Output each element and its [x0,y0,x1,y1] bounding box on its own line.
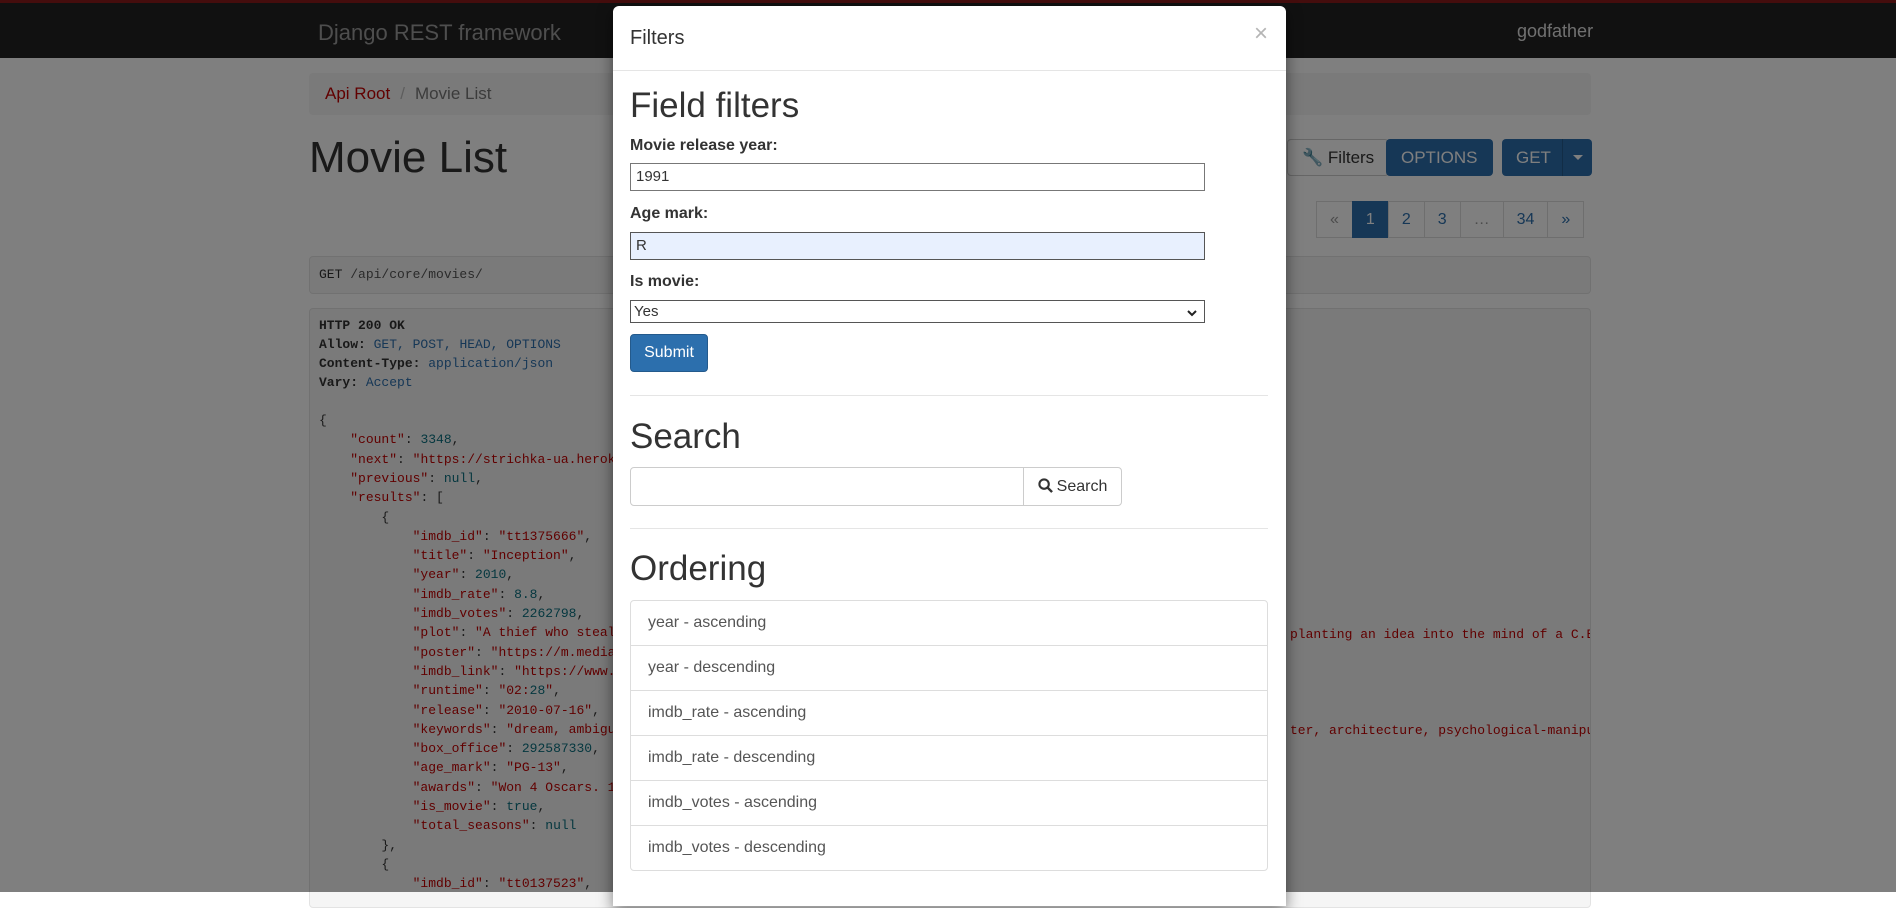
release-year-label: Movie release year: [630,137,778,154]
chevron-down-icon [1186,304,1198,325]
ordering-imdb-votes-ascending[interactable]: imdb_votes - ascending [630,780,1268,826]
search-button-label: Search [1056,478,1108,495]
close-icon[interactable]: × [1254,20,1268,48]
divider [630,395,1268,396]
ordering-imdb-rate-ascending[interactable]: imdb_rate - ascending [630,690,1268,736]
search-input[interactable] [630,467,1024,506]
search-heading: Search [630,417,741,456]
age-mark-label: Age mark: [630,205,709,222]
search-button[interactable]: Search [1023,467,1122,506]
modal-title: Filters [630,27,685,49]
submit-button[interactable]: Submit [630,334,708,372]
ordering-year-ascending[interactable]: year - ascending [630,600,1268,646]
is-movie-selected: Yes [634,303,659,320]
release-year-input[interactable]: 1991 [630,163,1205,191]
is-movie-label: Is movie: [630,273,700,290]
divider [630,528,1268,529]
is-movie-select[interactable]: Yes [630,300,1205,323]
modal-header: Filters × [613,6,1286,71]
search-icon [1038,478,1053,493]
ordering-year-descending[interactable]: year - descending [630,645,1268,691]
ordering-list: year - ascending year - descending imdb_… [630,600,1268,871]
ordering-heading: Ordering [630,549,767,588]
field-filters-heading: Field filters [630,86,800,125]
ordering-imdb-votes-descending[interactable]: imdb_votes - descending [630,825,1268,871]
age-mark-input[interactable]: R [630,232,1205,260]
filters-modal: Filters × Field filters Movie release ye… [613,6,1286,906]
ordering-imdb-rate-descending[interactable]: imdb_rate - descending [630,735,1268,781]
